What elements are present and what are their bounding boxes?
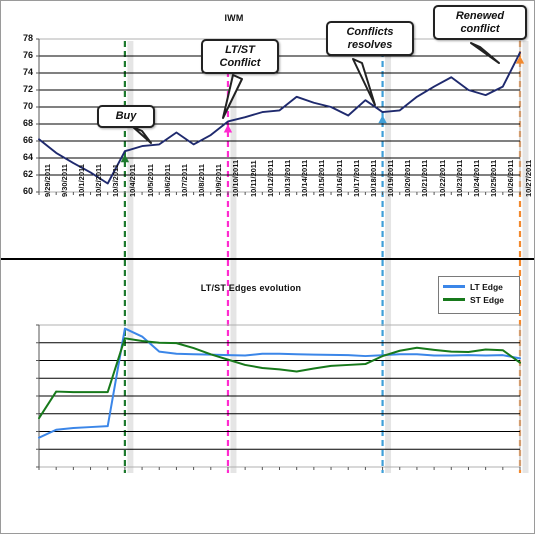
y-tick-label: 72 (22, 84, 33, 94)
x-tick-label: 10/3/2011 (111, 164, 121, 197)
x-tick-label: 10/1/2011 (76, 164, 86, 197)
legend-label-lt-edge: LT Edge (470, 281, 503, 292)
x-tick-label: 10/9/2011 (214, 164, 224, 197)
chart-figure: IWM 9/29/2011 9/30/2011 10/1/2011 10/2/2011… (0, 0, 535, 534)
callout-buy: Buy (97, 105, 155, 128)
x-tick-label: 10/7/2011 (179, 164, 189, 197)
x-tick-label: 10/2/2011 (94, 164, 104, 197)
y-tick-label: 68 (22, 118, 33, 128)
x-tick-label: 10/21/2011 (420, 159, 430, 197)
x-tick-label: 10/13/2011 (283, 159, 292, 197)
y-tick-label: 78 (22, 33, 33, 43)
y-tick-label: 60 (22, 186, 33, 196)
legend-label-st-edge: ST Edge (470, 294, 505, 305)
edges-legend: LT Edge ST Edge (438, 276, 520, 314)
callout-renewed-line2: conflict (460, 22, 500, 35)
y-tick-label: 76 (22, 50, 33, 60)
callout-resolves-line1: Conflicts (346, 26, 394, 38)
y-tick-label: 70 (22, 101, 33, 111)
callout-ltst-conflict: LT/ST Conflict (201, 39, 279, 75)
x-tick-label: 10/12/2011 (265, 159, 275, 197)
x-tick-label: 10/6/2011 (162, 164, 172, 197)
legend-item-lt-edge: LT Edge (443, 280, 514, 293)
x-tick-label: 9/30/2011 (59, 164, 69, 197)
callout-renewed-line1: Renewed (455, 10, 505, 22)
x-tick-label: 10/26/2011 (506, 159, 516, 197)
iwm-chart-panel: IWM 9/29/2011 9/30/2011 10/1/2011 10/2/2011… (1, 1, 534, 260)
x-tick-label: 10/25/2011 (489, 159, 499, 197)
edges-chart-panel: LT/ST Edges evolution 9/29/20119/30/2011… (1, 260, 534, 533)
callout-conflicts-resolves: Conflicts resolves (326, 21, 414, 57)
y-tick-label: 66 (22, 135, 33, 145)
callout-buy-line1: Buy (115, 110, 137, 122)
callout-resolves-line2: resolves (347, 38, 393, 51)
x-tick-label: 10/20/2011 (403, 159, 413, 197)
callout-renewed-conflict: Renewed conflict (433, 5, 527, 41)
legend-swatch-st-edge (443, 298, 465, 301)
x-tick-label: 10/23/2011 (454, 159, 464, 197)
x-tick-label: 10/24/2011 (471, 159, 481, 197)
x-tick-label: 10/5/2011 (145, 164, 155, 197)
x-tick-label: 10/11/2011 (248, 160, 258, 197)
x-tick-label: 10/27/2011 (523, 159, 533, 197)
legend-item-st-edge: ST Edge (443, 293, 514, 306)
y-tick-label: 74 (22, 67, 33, 77)
callout-ltst-line1: LT/ST (225, 44, 255, 56)
callout-ltst-line2: Conflict (219, 56, 261, 69)
legend-swatch-lt-edge (443, 285, 465, 288)
y-tick-label: 62 (22, 169, 33, 179)
x-tick-label: 9/29/2011 (42, 164, 52, 197)
y-tick-label: 64 (22, 152, 33, 162)
x-tick-label: 10/16/2011 (334, 159, 344, 197)
x-tick-label: 10/22/2011 (437, 159, 447, 197)
x-tick-label: 10/15/2011 (317, 159, 327, 197)
x-tick-label: 10/19/2011 (386, 159, 396, 197)
x-tick-label: 10/18/2011 (368, 159, 378, 197)
x-tick-label: 10/14/2011 (300, 159, 310, 197)
x-tick-label: 10/4/2011 (128, 164, 138, 197)
x-tick-label: 10/10/2011 (231, 159, 241, 197)
x-tick-label: 10/8/2011 (197, 164, 207, 197)
x-tick-label: 10/17/2011 (351, 159, 361, 197)
